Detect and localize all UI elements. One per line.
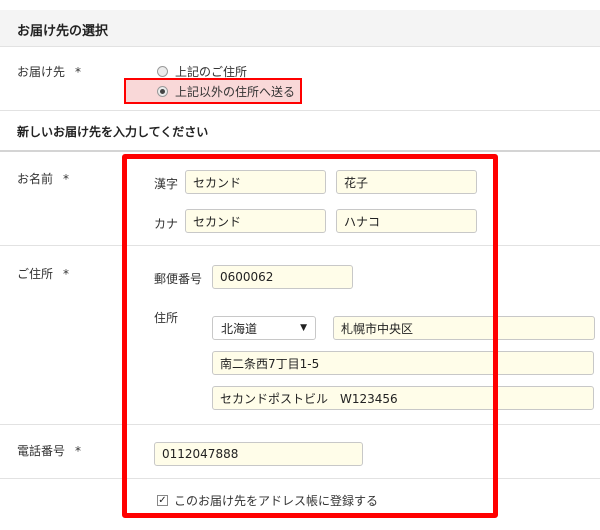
city-input[interactable]: 札幌市中央区 bbox=[333, 316, 595, 340]
name-label: お名前 * bbox=[17, 172, 70, 186]
kanji-first-name-input[interactable]: 花子 bbox=[336, 170, 477, 194]
prefecture-select[interactable]: 北海道 ▼ bbox=[212, 316, 316, 340]
building-input[interactable]: セカンドポストビル W123456 bbox=[212, 386, 594, 410]
radio-icon[interactable] bbox=[157, 66, 168, 77]
new-address-title: 新しいお届け先を入力してください bbox=[17, 125, 209, 139]
destination-label: お届け先 * bbox=[17, 65, 82, 79]
kana-first-name-input[interactable]: ハナコ bbox=[336, 209, 477, 233]
divider bbox=[0, 424, 600, 425]
phone-label: 電話番号 * bbox=[17, 444, 82, 458]
kana-last-name-input[interactable]: セカンド bbox=[185, 209, 326, 233]
postal-code-input[interactable]: 0600062 bbox=[212, 265, 353, 289]
kanji-label: 漢字 bbox=[154, 177, 179, 191]
divider bbox=[0, 150, 600, 152]
kana-label: カナ bbox=[154, 217, 179, 231]
section-title: お届け先の選択 bbox=[17, 24, 109, 39]
register-address-checkbox-row[interactable]: ✓ このお届け先をアドレス帳に登録する bbox=[157, 492, 378, 509]
divider bbox=[0, 46, 600, 47]
phone-input[interactable]: 0112047888 bbox=[154, 442, 363, 466]
address-sub-label: 住所 bbox=[154, 311, 179, 325]
radio-option-other-address[interactable]: 上記以外の住所へ送る bbox=[157, 83, 295, 100]
divider bbox=[0, 245, 600, 246]
radio-icon-selected[interactable] bbox=[157, 86, 168, 97]
postal-code-label: 郵便番号 bbox=[154, 272, 203, 286]
chevron-down-icon: ▼ bbox=[300, 323, 307, 333]
divider bbox=[0, 110, 600, 111]
divider bbox=[0, 478, 600, 479]
street-address-input[interactable]: 南二条西7丁目1-5 bbox=[212, 351, 594, 375]
address-label: ご住所 * bbox=[17, 267, 70, 281]
kanji-last-name-input[interactable]: セカンド bbox=[185, 170, 326, 194]
checkbox-checked-icon[interactable]: ✓ bbox=[157, 495, 168, 506]
